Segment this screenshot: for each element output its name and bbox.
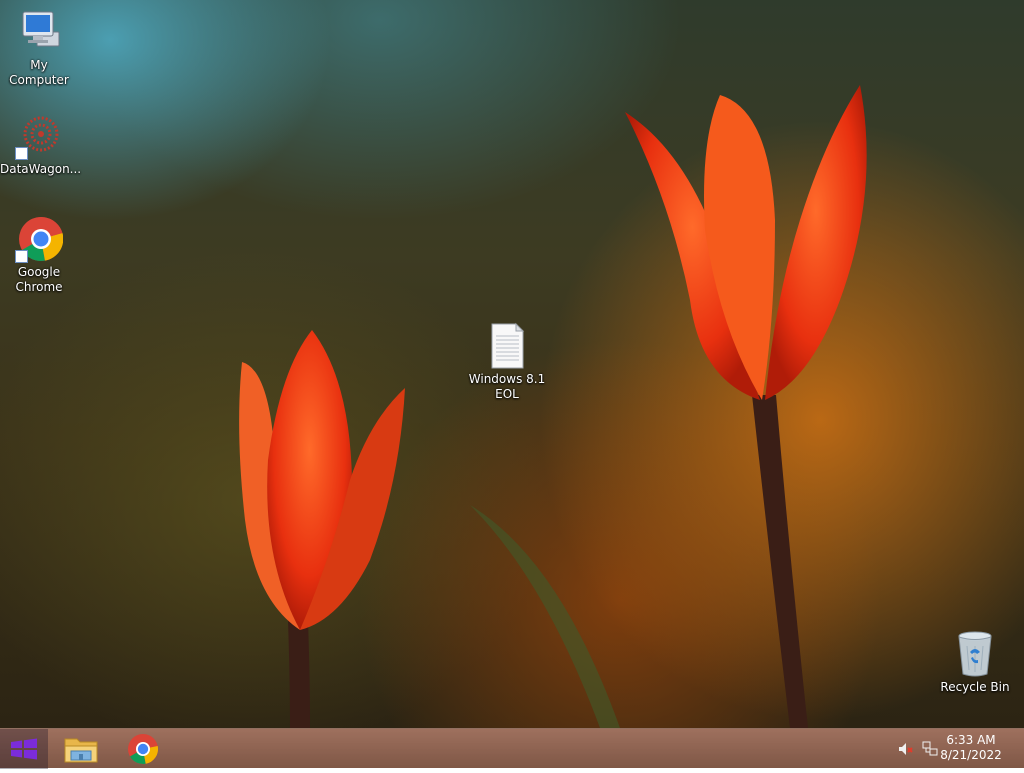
- datawagon-logo-icon: [15, 112, 63, 160]
- desktop-icon-label: Windows 8.1 EOL: [468, 372, 546, 401]
- desktop-icon-label: Recycle Bin: [940, 680, 1010, 694]
- desktop-icon-label: Google Chrome: [15, 265, 63, 294]
- clock-time: 6:33 AM: [946, 733, 996, 747]
- recycle-bin-icon: [951, 630, 999, 678]
- speaker-muted-icon[interactable]: [898, 741, 914, 757]
- windows-logo-icon: [11, 738, 37, 760]
- file-explorer-taskbar-button[interactable]: [56, 729, 106, 769]
- desktop-icon-label: DataWagon...: [0, 162, 82, 176]
- desktop-icon-windows-eol[interactable]: Windows 8.1 EOL: [468, 322, 546, 402]
- desktop-background[interactable]: My Computer DataWagon... Google Chrome W…: [0, 0, 1024, 728]
- system-clock[interactable]: 6:33 AM 8/21/2022: [936, 733, 1006, 763]
- desktop-icon-recycle-bin[interactable]: Recycle Bin: [936, 630, 1014, 695]
- folder-icon: [64, 738, 98, 763]
- desktop-icon-datawagon[interactable]: DataWagon...: [0, 112, 82, 177]
- chrome-icon: [15, 215, 64, 263]
- chrome-icon: [128, 734, 159, 765]
- chrome-taskbar-button[interactable]: [118, 729, 168, 769]
- clock-date: 8/21/2022: [940, 748, 1002, 762]
- desktop-icon-my-computer[interactable]: My Computer: [0, 8, 78, 88]
- computer-monitor-icon: [15, 8, 63, 56]
- desktop-icon-google-chrome[interactable]: Google Chrome: [0, 215, 78, 295]
- start-button[interactable]: [0, 729, 48, 769]
- text-document-icon: [483, 322, 531, 370]
- desktop-icon-label: My Computer: [9, 58, 69, 87]
- shortcut-arrow-icon: [15, 250, 28, 263]
- taskbar: 6:33 AM 8/21/2022: [0, 728, 1024, 769]
- shortcut-arrow-icon: [15, 147, 28, 160]
